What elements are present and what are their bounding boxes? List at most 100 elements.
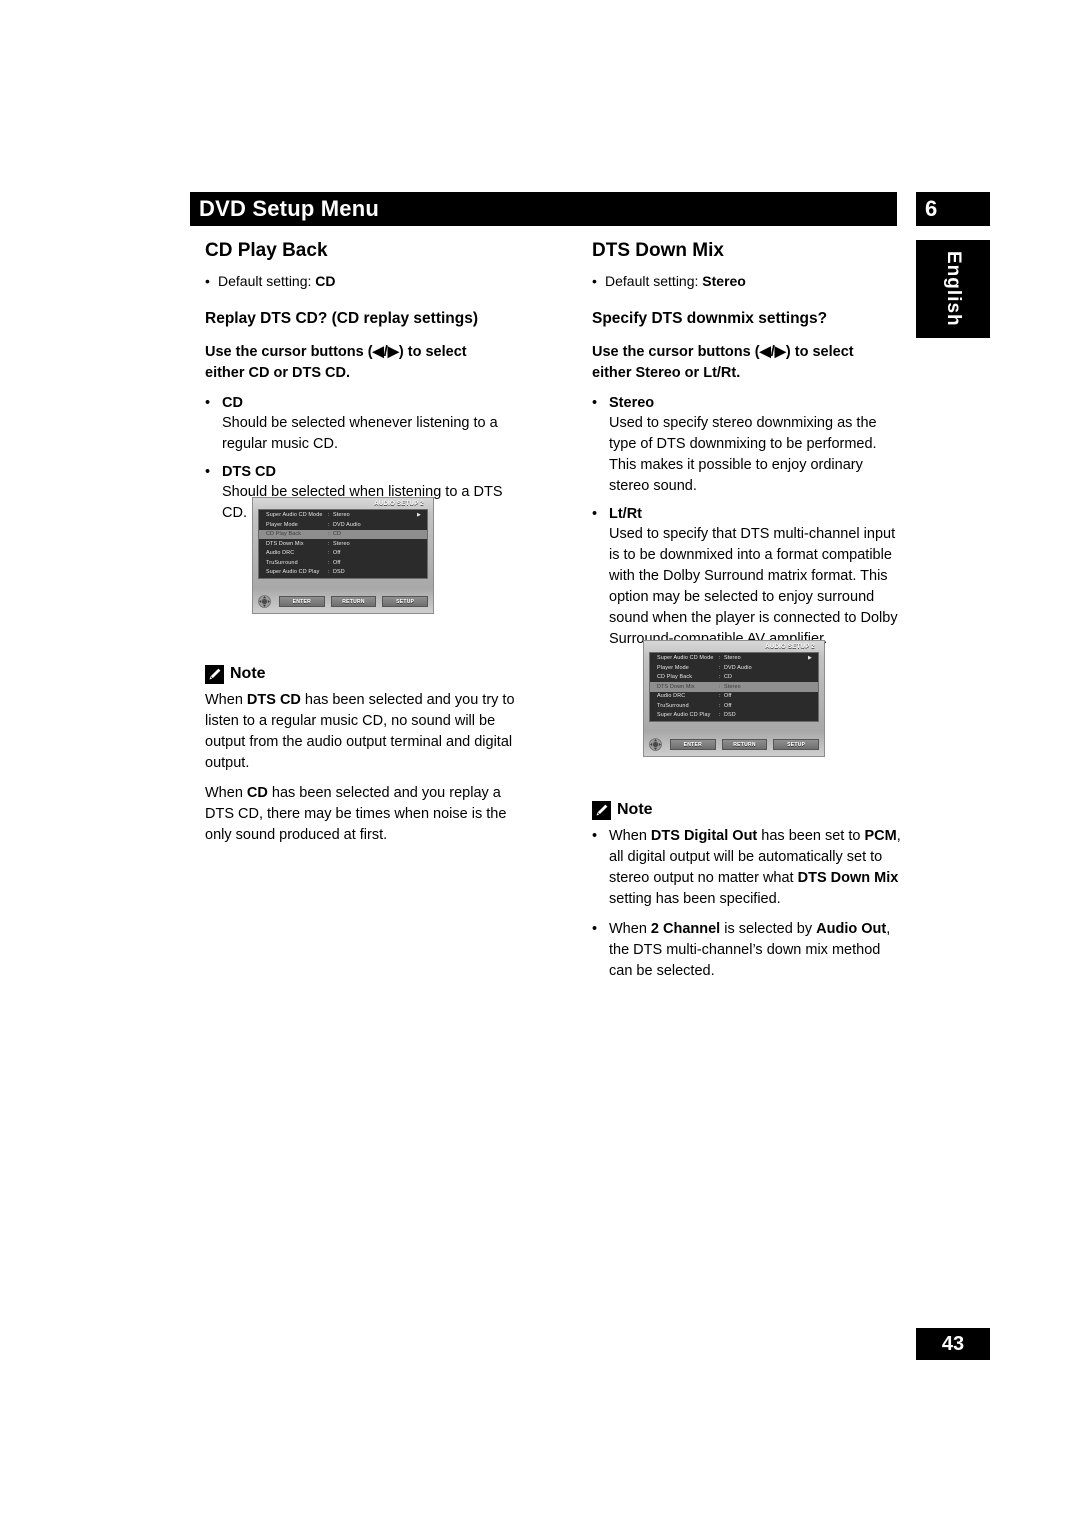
language-tab-label: English <box>943 251 964 327</box>
osd-menu-row[interactable]: CD Play Back: CD <box>259 529 427 540</box>
osd-row-label: TruSurround <box>657 702 689 709</box>
right-option-1-name: Lt/Rt <box>609 505 643 522</box>
left-default-setting: • Default setting: CD <box>205 271 518 291</box>
osd-menu-row[interactable]: Player Mode: DVD Audio <box>259 520 427 529</box>
osd-row-value: CD <box>724 674 733 681</box>
bullet-dot-icon: • <box>205 463 211 480</box>
left-option-0-name: CD <box>222 394 243 411</box>
right-option-1-desc: Used to specify that DTS multi-channel i… <box>609 525 898 647</box>
left-note-header: Note <box>205 664 518 684</box>
right-note-header: Note <box>592 800 905 820</box>
left-tv-screen-mock: AUDIO SETUP 2 Super Audio CD Mode: Stereo… <box>252 497 434 614</box>
osd-menu-list: Super Audio CD Mode: Stereo ▶ Player Mode: D… <box>649 652 819 723</box>
osd-return-button[interactable]: RETURN <box>721 739 768 750</box>
osd-title: AUDIO SETUP 2 <box>374 501 424 507</box>
osd-row-label: Super Audio CD Mode <box>657 655 714 662</box>
osd-button-row: ENTER RETURN SETUP <box>649 738 820 751</box>
osd-row-value: Off <box>333 559 341 566</box>
page-title: DVD Setup Menu <box>199 196 380 221</box>
osd-menu-row[interactable]: Super Audio CD Mode: Stereo ▶ <box>259 511 427 520</box>
osd-setup-button[interactable]: SETUP <box>382 596 429 607</box>
right-option-0-desc: Used to specify stereo downmixing as the… <box>609 414 877 494</box>
page-number-badge: 43 <box>916 1328 990 1360</box>
osd-row-label: Player Mode <box>657 664 689 671</box>
bullet-dot-icon: • <box>592 505 598 522</box>
osd-row-value: DSD <box>333 569 345 575</box>
left-sub-title: Replay DTS CD? (CD replay settings) <box>205 310 479 328</box>
osd-menu-row[interactable]: Super Audio CD Play: DSD <box>259 568 427 577</box>
left-section-title: CD Play Back <box>205 240 328 261</box>
osd-row-label: CD Play Back <box>266 531 302 538</box>
osd-menu-row[interactable]: Super Audio CD Play: DSD <box>650 711 818 720</box>
osd-enter-button[interactable]: ENTER <box>279 596 325 607</box>
osd-menu-row[interactable]: DTS Down Mix: Stereo <box>650 682 818 692</box>
osd-title: AUDIO SETUP 2 <box>765 644 815 650</box>
osd-row-label: CD Play Back <box>657 674 693 681</box>
right-sub-title: Specify DTS downmix settings? <box>592 310 828 328</box>
osd-menu-row[interactable]: CD Play Back: CD <box>650 673 818 682</box>
dpad-icon[interactable] <box>258 595 271 608</box>
osd-row-label: TruSurround <box>266 559 298 566</box>
right-note-bullet-1: • When 2 Channel is selected by Audio Ou… <box>592 919 905 982</box>
osd-row-value: Off <box>724 693 732 700</box>
left-option-1-head: • DTS CD <box>205 464 518 480</box>
osd-row-value: Stereo <box>724 655 741 662</box>
bullet-dot-icon: • <box>205 394 211 411</box>
osd-row-label: Super Audio CD Play <box>266 569 320 575</box>
bullet-dot-icon: • <box>592 920 598 937</box>
right-default-setting-text: Default setting: Stereo <box>605 272 746 289</box>
osd-menu-row[interactable]: TruSurround: Off <box>650 701 818 710</box>
osd-row-value: Stereo <box>333 540 350 547</box>
osd-row-value: CD <box>333 531 342 538</box>
right-default-setting: • Default setting: Stereo <box>592 271 905 291</box>
tv-bezel: AUDIO SETUP 2 Super Audio CD Mode: Stereo… <box>643 640 825 757</box>
osd-row-label: Super Audio CD Play <box>657 712 711 718</box>
osd-menu-row[interactable]: Audio DRC: Off <box>259 549 427 558</box>
bullet-dot-icon: • <box>205 272 210 289</box>
osd-row-arrow-icon <box>802 684 812 691</box>
osd-row-value: DVD Audio <box>333 521 361 528</box>
osd-menu-list: Super Audio CD Mode: Stereo ▶ Player Mode: D… <box>258 509 428 580</box>
osd-row-label: Player Mode <box>266 521 298 528</box>
osd-row-arrow-icon <box>411 522 421 529</box>
left-option-1-name: DTS CD <box>222 463 276 480</box>
osd-row-label: DTS Down Mix <box>266 540 304 547</box>
pencil-note-icon <box>592 800 611 820</box>
left-default-setting-text: Default setting: CD <box>218 272 336 289</box>
osd-menu-row[interactable]: Super Audio CD Mode: Stereo ▶ <box>650 654 818 663</box>
osd-row-label: Audio DRC <box>266 550 295 557</box>
osd-menu-row[interactable]: Player Mode: DVD Audio <box>650 663 818 672</box>
right-lead-text: Use the cursor buttons (◀/▶) to select e… <box>592 344 854 382</box>
osd-row-arrow-icon: ▶ <box>808 655 812 662</box>
osd-row-arrow-icon <box>802 693 812 700</box>
right-lead-line1: Use the cursor buttons (◀/▶) to select <box>592 344 854 361</box>
right-column: DTS Down Mix • Default setting: Stereo S… <box>592 240 905 991</box>
dpad-icon[interactable] <box>649 738 662 751</box>
osd-enter-button[interactable]: ENTER <box>670 739 716 750</box>
left-option-0-head: • CD <box>205 395 518 411</box>
right-option-0-name: Stereo <box>609 394 655 411</box>
osd-row-arrow-icon <box>411 569 421 576</box>
right-option-1-head: • Lt/Rt <box>592 506 905 522</box>
osd-row-arrow-icon <box>802 712 812 719</box>
osd-row-value: Stereo <box>724 683 741 690</box>
pencil-note-icon <box>205 664 224 684</box>
osd-return-button[interactable]: RETURN <box>330 596 377 607</box>
osd-menu-row[interactable]: TruSurround: Off <box>259 558 427 567</box>
osd-menu-row[interactable]: DTS Down Mix: Stereo <box>259 539 427 548</box>
tv-bezel: AUDIO SETUP 2 Super Audio CD Mode: Stereo… <box>252 497 434 614</box>
left-note-paragraph-0: When DTS CD has been selected and you tr… <box>205 691 515 771</box>
osd-row-label: Super Audio CD Mode <box>266 512 323 519</box>
osd-row-value: DVD Audio <box>724 664 752 671</box>
bullet-dot-icon: • <box>592 827 598 844</box>
left-note-paragraph-1: When CD has been selected and you replay… <box>205 784 507 843</box>
osd-menu-row[interactable]: Audio DRC: Off <box>650 692 818 701</box>
osd-row-value: Off <box>333 550 341 557</box>
osd-setup-button[interactable]: SETUP <box>773 739 820 750</box>
right-note-bullet-0: • When DTS Digital Out has been set to P… <box>592 826 905 910</box>
right-option-0-head: • Stereo <box>592 395 905 411</box>
osd-row-arrow-icon <box>411 560 421 567</box>
left-note-label: Note <box>230 665 266 683</box>
left-lead-text: Use the cursor buttons (◀/▶) to select e… <box>205 344 467 382</box>
osd-row-value: Off <box>724 702 732 709</box>
